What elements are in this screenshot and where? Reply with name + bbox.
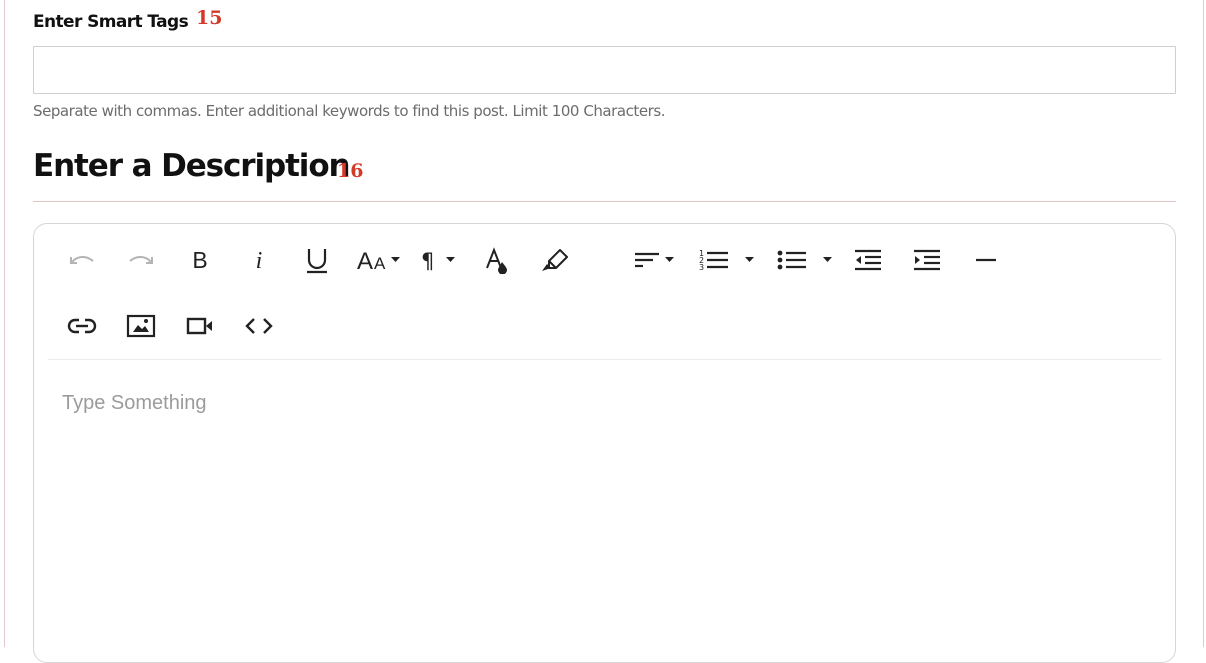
code-view-icon [245,318,273,334]
description-marker: 16 [337,160,364,182]
paragraph-format-icon: ¶ [421,249,455,272]
highlight-button[interactable] [537,245,573,275]
video-icon [186,317,212,335]
italic-icon: i [256,248,263,272]
image-icon [126,314,156,338]
insert-link-button[interactable] [65,311,99,341]
svg-text:i: i [256,248,263,272]
page-frame-left [4,0,5,647]
description-heading: Enter a Description [33,148,351,184]
redo-button[interactable] [124,245,158,275]
unordered-list-button[interactable] [775,245,837,275]
smart-tags-helper-text: Separate with commas. Enter additional k… [33,102,666,120]
font-size-icon: AA [357,248,400,272]
description-divider [33,201,1176,202]
insert-video-button[interactable] [184,311,216,341]
ordered-list-button[interactable]: 123 [697,245,759,275]
insert-image-button[interactable] [125,311,157,341]
ordered-list-icon: 123 [699,249,754,272]
underline-button[interactable] [302,245,332,275]
underline-icon [307,249,327,274]
toolbar-divider [48,359,1161,360]
outdent-icon [855,249,881,271]
rich-text-editor: B i AA ¶ 123 Type Something [33,223,1176,663]
text-color-button[interactable] [481,245,511,275]
outdent-button[interactable] [852,245,884,275]
svg-text:¶: ¶ [421,249,434,272]
align-icon [635,252,674,268]
svg-text:B: B [192,248,207,272]
text-color-icon [486,247,507,274]
paragraph-format-button[interactable]: ¶ [419,245,461,275]
bold-icon: B [192,248,207,272]
align-button[interactable] [632,245,678,275]
italic-button[interactable]: i [244,245,274,275]
code-view-button[interactable] [241,311,277,341]
indent-button[interactable] [911,245,943,275]
smart-tags-input[interactable] [33,46,1176,94]
svg-text:3: 3 [699,263,704,272]
page-frame-right [1203,0,1204,647]
svg-text:A: A [374,254,386,272]
link-icon [67,318,97,334]
unordered-list-icon [777,250,832,270]
editor-content-area[interactable]: Type Something [62,392,207,415]
indent-icon [914,249,940,271]
redo-icon [129,256,153,264]
svg-text:A: A [357,248,373,272]
undo-button[interactable] [65,245,99,275]
highlight-icon [542,249,568,271]
font-size-button[interactable]: AA [355,245,403,275]
horizontal-line-icon [976,258,996,262]
bold-button[interactable]: B [185,245,215,275]
smart-tags-marker: 15 [196,7,223,29]
undo-icon [70,256,94,264]
smart-tags-label: Enter Smart Tags [33,12,189,32]
horizontal-line-button[interactable] [972,245,1000,275]
